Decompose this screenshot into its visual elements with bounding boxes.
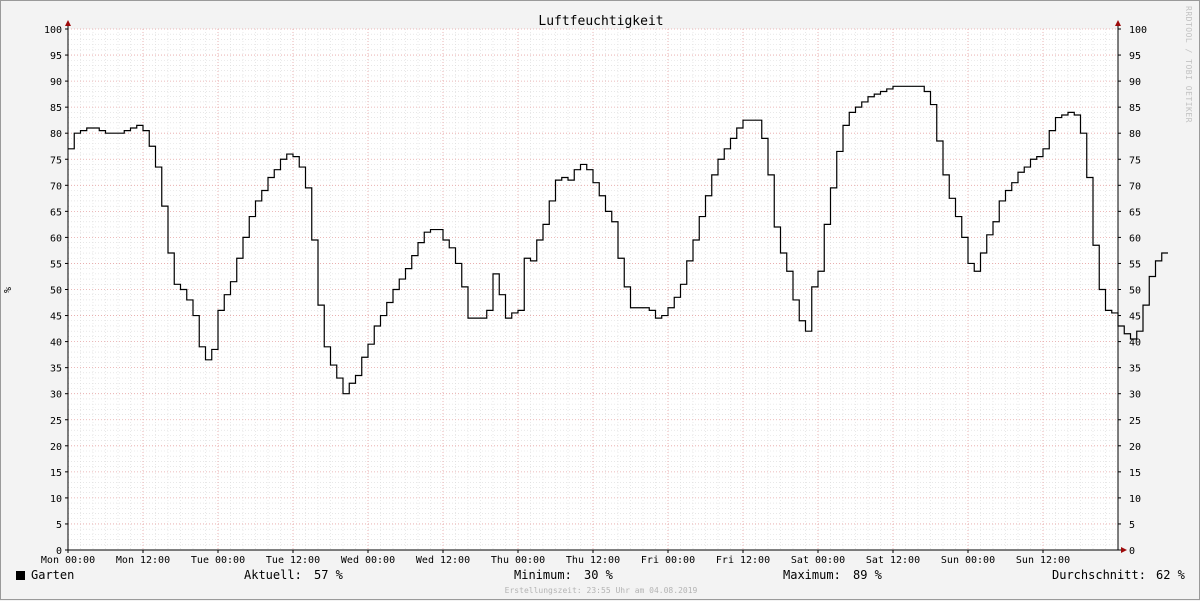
- y-axis-label: %: [3, 287, 14, 293]
- y-tick-label-right: 50: [1129, 286, 1141, 297]
- y-tick-label-right: 25: [1129, 416, 1141, 427]
- y-tick-label-right: 60: [1129, 233, 1141, 244]
- y-tick-label-left: 25: [50, 416, 62, 427]
- y-tick-label-right: 55: [1129, 259, 1141, 270]
- y-tick-label-left: 10: [50, 494, 62, 505]
- y-tick-label-right: 70: [1129, 181, 1141, 192]
- average-value: 62 %: [1156, 568, 1185, 582]
- y-tick-label-right: 10: [1129, 494, 1141, 505]
- y-tick-label-left: 100: [44, 25, 62, 36]
- rrdtool-watermark: RRDTOOL / TOBI OETIKER: [1184, 6, 1193, 123]
- y-axis-arrow-left: [65, 20, 71, 26]
- y-tick-label-left: 50: [50, 286, 62, 297]
- x-tick-label: Thu 00:00: [491, 555, 545, 566]
- y-tick-label-right: 65: [1129, 207, 1141, 218]
- x-tick-label: Sun 00:00: [941, 555, 995, 566]
- y-tick-label-left: 35: [50, 364, 62, 375]
- chart-title: Luftfeuchtigkeit: [538, 14, 663, 29]
- y-tick-label-left: 95: [50, 51, 62, 62]
- x-tick-label: Sat 00:00: [791, 555, 845, 566]
- y-axis-arrow-right: [1115, 20, 1121, 26]
- minimum-label: Minimum:: [514, 568, 572, 582]
- y-tick-label-left: 85: [50, 103, 62, 114]
- x-tick-label: Sat 12:00: [866, 555, 920, 566]
- maximum-value: 89 %: [853, 568, 882, 582]
- current-value: 57 %: [314, 568, 343, 582]
- y-tick-label-right: 90: [1129, 77, 1141, 88]
- y-tick-label-right: 30: [1129, 390, 1141, 401]
- y-tick-label-right: 85: [1129, 103, 1141, 114]
- y-tick-label-left: 90: [50, 77, 62, 88]
- y-tick-label-right: 95: [1129, 51, 1141, 62]
- y-tick-label-right: 20: [1129, 442, 1141, 453]
- y-tick-label-left: 60: [50, 233, 62, 244]
- y-tick-label-left: 20: [50, 442, 62, 453]
- average-label: Durchschnitt:: [1052, 568, 1146, 582]
- x-tick-label: Fri 00:00: [641, 555, 695, 566]
- y-tick-label-right: 75: [1129, 155, 1141, 166]
- y-tick-label-right: 15: [1129, 468, 1141, 479]
- x-tick-label: Wed 00:00: [341, 555, 395, 566]
- legend-series-name: Garten: [31, 568, 75, 582]
- legend-swatch: [16, 571, 25, 580]
- y-tick-label-left: 30: [50, 390, 62, 401]
- x-tick-label: Mon 00:00: [41, 555, 95, 566]
- y-tick-label-right: 45: [1129, 312, 1141, 323]
- chart-frame: Luftfeuchtigkeit % 0 0 5 5 10 10 15 15 20 20 25 25 3…: [0, 0, 1200, 600]
- creation-time-footer: Erstellungszeit: 23:55 Uhr am 04.08.2019: [504, 586, 698, 595]
- y-tick-label-right: 5: [1129, 520, 1135, 531]
- x-axis-arrow: [1121, 547, 1127, 553]
- maximum-label: Maximum:: [783, 568, 841, 582]
- x-tick-label: Tue 00:00: [191, 555, 245, 566]
- x-tick-label: Sun 12:00: [1016, 555, 1070, 566]
- y-tick-label-left: 70: [50, 181, 62, 192]
- y-tick-label-left: 80: [50, 129, 62, 140]
- y-tick-label-left: 5: [56, 520, 62, 531]
- minimum-value: 30 %: [584, 568, 613, 582]
- x-tick-label: Wed 12:00: [416, 555, 470, 566]
- y-tick-label-right: 80: [1129, 129, 1141, 140]
- x-tick-label: Fri 12:00: [716, 555, 770, 566]
- y-tick-label-left: 75: [50, 155, 62, 166]
- x-tick-label: Tue 12:00: [266, 555, 320, 566]
- x-tick-label: Thu 12:00: [566, 555, 620, 566]
- y-tick-label-right: 0: [1129, 546, 1135, 557]
- chart-svg: Luftfeuchtigkeit % 0 05 510 1015 1520 2025 253…: [3, 14, 1168, 566]
- y-tick-label-left: 65: [50, 207, 62, 218]
- y-tick-label-right: 100: [1129, 25, 1147, 36]
- x-tick-label: Mon 12:00: [116, 555, 170, 566]
- y-tick-label-left: 45: [50, 312, 62, 323]
- y-tick-label-left: 40: [50, 338, 62, 349]
- y-tick-label-left: 55: [50, 259, 62, 270]
- y-tick-label-right: 35: [1129, 364, 1141, 375]
- current-label: Aktuell:: [244, 568, 302, 582]
- y-tick-label-left: 15: [50, 468, 62, 479]
